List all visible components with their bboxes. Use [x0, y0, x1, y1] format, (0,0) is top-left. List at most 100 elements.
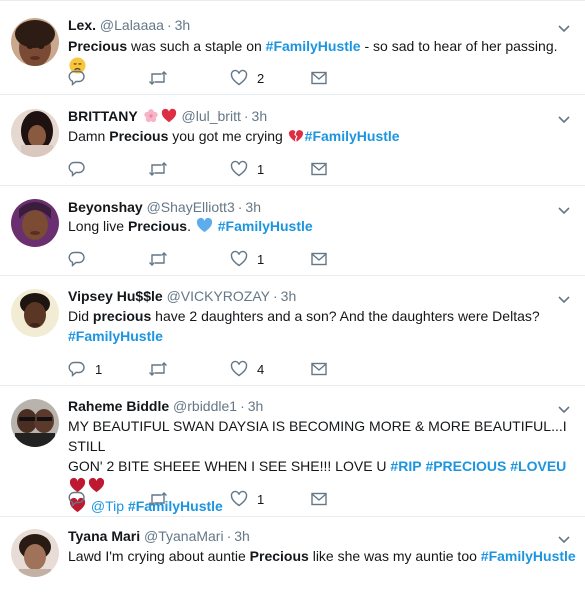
retweet-button[interactable] — [148, 489, 168, 509]
text-segment: you got me crying — [168, 128, 287, 144]
like-count: 1 — [257, 161, 265, 177]
text-segment: - so sad to hear of her passing. — [360, 38, 558, 54]
tweet-timeline: Lex. @Lalaaaa · 3h Precious was such a sta… — [0, 0, 585, 592]
hashtag-link[interactable]: #FamilyHustle — [481, 548, 576, 564]
reply-button[interactable] — [68, 249, 86, 269]
reply-icon — [68, 491, 85, 508]
direct-message-button[interactable] — [310, 68, 328, 88]
text-segment: Precious — [109, 128, 169, 144]
avatar[interactable] — [11, 199, 59, 247]
timestamp[interactable]: 3h — [175, 17, 191, 33]
like-button[interactable]: 1 — [230, 159, 264, 179]
tweet[interactable]: Tyana Mari @TyanaMari · 3h Lawd I'm crying… — [0, 517, 585, 592]
tweet[interactable]: Vipsey Hu$$le @VICKYROZAY · 3h Did preciou… — [0, 276, 585, 386]
direct-message-button[interactable] — [310, 249, 328, 269]
reply-button[interactable] — [68, 68, 86, 88]
hashtag-link[interactable]: #FamilyHustle — [68, 328, 163, 344]
retweet-button[interactable] — [148, 68, 168, 88]
heart-icon — [230, 490, 248, 507]
broken-heart-emoji — [288, 130, 303, 142]
tweet-text: Did precious have 2 daughters and a son?… — [68, 306, 573, 346]
display-name[interactable]: BRITTANY — [68, 108, 138, 124]
cherry-blossom-emoji — [143, 109, 158, 123]
reply-count: 1 — [95, 361, 103, 377]
like-button[interactable]: 1 — [230, 489, 264, 509]
hashtag-link[interactable]: #FamilyHustle — [214, 218, 313, 234]
avatar[interactable] — [11, 289, 59, 337]
tweet-header: Lex. @Lalaaaa · 3h — [68, 15, 190, 35]
separator-dot: · — [226, 528, 232, 544]
reply-button[interactable] — [68, 159, 86, 179]
timestamp[interactable]: 3h — [248, 398, 264, 414]
avatar[interactable] — [11, 529, 59, 577]
hashtag-link[interactable]: #RIP — [390, 458, 421, 474]
blue-heart-emoji — [196, 217, 212, 233]
chevron-down-icon[interactable] — [557, 402, 571, 416]
direct-message-button[interactable] — [310, 359, 328, 379]
timestamp[interactable]: 3h — [245, 199, 261, 215]
tweet[interactable]: Lex. @Lalaaaa · 3h Precious was such a sta… — [0, 1, 585, 95]
tweet-actions: 1 — [68, 489, 368, 509]
separator-dot: · — [166, 17, 172, 33]
red-heart-emoji — [161, 108, 176, 123]
retweet-button[interactable] — [148, 159, 168, 179]
like-button[interactable]: 1 — [230, 249, 264, 269]
hashtag-link[interactable]: #FamilyHustle — [305, 128, 400, 144]
user-handle[interactable]: @rbiddle1 — [173, 398, 237, 414]
like-count: 1 — [257, 491, 265, 507]
retweet-button[interactable] — [148, 359, 168, 379]
envelope-icon — [311, 492, 327, 506]
avatar[interactable] — [11, 399, 59, 447]
retweet-icon — [149, 252, 167, 266]
retweet-button[interactable] — [148, 249, 168, 269]
hashtag-link[interactable]: #PRECIOUS — [425, 458, 506, 474]
user-handle[interactable]: @VICKYROZAY — [167, 288, 270, 304]
display-name[interactable]: Tyana Mari — [68, 528, 140, 544]
heart-icon — [230, 360, 248, 377]
user-handle[interactable]: @ShayElliott3 — [147, 199, 235, 215]
retweet-icon — [149, 162, 167, 176]
like-count: 2 — [257, 70, 265, 86]
timestamp[interactable]: 3h — [234, 528, 250, 544]
display-name[interactable]: Raheme Biddle — [68, 398, 169, 414]
text-segment: . — [187, 218, 195, 234]
chevron-down-icon[interactable] — [557, 532, 571, 546]
tweet-header: Beyonshay @ShayElliott3 · 3h — [68, 197, 261, 217]
hashtag-link[interactable]: #FamilyHustle — [266, 38, 361, 54]
chevron-down-icon[interactable] — [557, 112, 571, 126]
retweet-icon — [149, 492, 167, 506]
direct-message-button[interactable] — [310, 159, 328, 179]
chevron-down-icon[interactable] — [557, 21, 571, 35]
like-button[interactable]: 4 — [230, 359, 264, 379]
hashtag-link[interactable]: #LOVEU — [510, 458, 566, 474]
chevron-down-icon[interactable] — [557, 292, 571, 306]
user-handle[interactable]: @TyanaMari — [144, 528, 224, 544]
tweet-actions: 1 — [68, 249, 368, 269]
user-handle[interactable]: @Lalaaaa — [100, 17, 164, 33]
heart-icon — [230, 250, 248, 267]
reply-button[interactable]: 1 — [68, 359, 102, 379]
envelope-icon — [311, 71, 327, 85]
like-button[interactable]: 2 — [230, 68, 264, 88]
chevron-down-icon[interactable] — [557, 203, 571, 217]
direct-message-button[interactable] — [310, 489, 328, 509]
reply-button[interactable] — [68, 489, 86, 509]
tweet[interactable]: BRITTANY @lul_britt · 3h Damn Precious you… — [0, 95, 585, 186]
heart-icon — [230, 160, 248, 177]
reply-icon — [68, 361, 85, 378]
display-name[interactable]: Lex. — [68, 17, 96, 33]
text-segment: Precious — [127, 218, 188, 234]
like-count: 4 — [257, 361, 265, 377]
display-name[interactable]: Beyonshay — [68, 199, 143, 215]
tweet[interactable]: Beyonshay @ShayElliott3 · 3h Long live Pre… — [0, 186, 585, 276]
avatar[interactable] — [11, 109, 59, 157]
display-name[interactable]: Vipsey Hu$$le — [68, 288, 163, 304]
reply-icon — [68, 70, 85, 87]
avatar[interactable] — [11, 18, 59, 66]
tweet-actions: 1 — [68, 159, 368, 179]
text-segment: GON' 2 BITE SHEEE WHEN I SEE SHE!!! LOVE… — [68, 458, 391, 474]
tweet[interactable]: Raheme Biddle @rbiddle1 · 3h MY BEAUTIFUL … — [0, 386, 585, 517]
timestamp[interactable]: 3h — [281, 288, 297, 304]
user-handle[interactable]: @lul_britt — [182, 108, 241, 124]
timestamp[interactable]: 3h — [252, 108, 268, 124]
